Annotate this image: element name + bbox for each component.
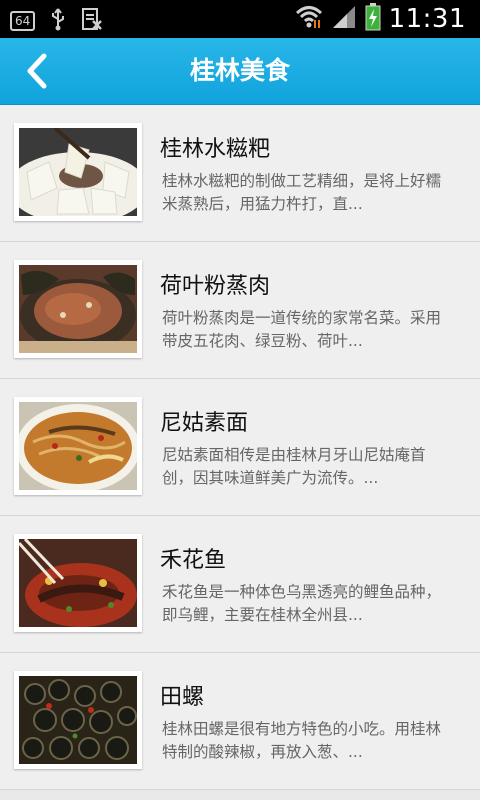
item-description: 荷叶粉蒸肉是一道传统的家常名菜。采用 带皮五花肉、绿豆粉、荷叶...: [162, 307, 470, 353]
food-thumbnail: [14, 397, 142, 495]
rice-cake-image: [19, 128, 137, 216]
item-title: 尼姑素面: [160, 411, 249, 436]
food-thumbnail: [14, 534, 142, 632]
list-item[interactable]: 田螺 桂林田螺是很有地方特色的小吃。用桂林 特制的酸辣椒，再放入葱、...: [0, 653, 480, 790]
food-thumbnail: [14, 671, 142, 769]
clock-time: 11:31: [388, 4, 466, 34]
item-title: 桂林水糍粑: [160, 137, 271, 162]
item-description-line: 即乌鲤，主要在桂林全州县...: [162, 606, 363, 624]
debug-icon: [81, 7, 103, 35]
title-bar: 桂林美食: [0, 38, 480, 105]
item-description-line: 荷叶粉蒸肉是一道传统的家常名菜。采用: [162, 309, 442, 327]
list-item[interactable]: 桂林水糍粑 桂林水糍粑的制做工艺精细，是将上好糯 米蒸熟后，用猛力杵打，直...: [0, 105, 480, 242]
item-description-line: 创，因其味道鲜美广为流传。...: [162, 469, 379, 487]
signal-icon: [331, 4, 357, 34]
food-list: 桂林水糍粑 桂林水糍粑的制做工艺精细，是将上好糯 米蒸熟后，用猛力杵打，直...…: [0, 105, 480, 790]
list-item[interactable]: 荷叶粉蒸肉 荷叶粉蒸肉是一道传统的家常名菜。采用 带皮五花肉、绿豆粉、荷叶...: [0, 242, 480, 379]
item-description: 桂林水糍粑的制做工艺精细，是将上好糯 米蒸熟后，用猛力杵打，直...: [162, 170, 470, 216]
item-description: 尼姑素面相传是由桂林月牙山尼姑庵首 创，因其味道鲜美广为流传。...: [162, 444, 470, 490]
fish-dish-image: [19, 539, 137, 627]
status-bar: 64 11:31: [0, 0, 480, 38]
battery-level-badge: 64: [10, 11, 36, 31]
item-description-line: 带皮五花肉、绿豆粉、荷叶...: [162, 332, 363, 350]
item-description-line: 尼姑素面相传是由桂林月牙山尼姑庵首: [162, 446, 426, 464]
status-right-icons: 11:31: [295, 3, 466, 35]
item-description-line: 米蒸熟后，用猛力杵打，直...: [162, 195, 363, 213]
item-title: 禾花鱼: [160, 548, 227, 573]
item-description-line: 桂林田螺是很有地方特色的小吃。用桂林: [162, 720, 442, 738]
list-item[interactable]: 尼姑素面 尼姑素面相传是由桂林月牙山尼姑庵首 创，因其味道鲜美广为流传。...: [0, 379, 480, 516]
item-description-line: 禾花鱼是一种体色乌黑透亮的鲤鱼品种，: [162, 583, 442, 601]
item-title: 荷叶粉蒸肉: [160, 274, 271, 299]
item-description: 禾花鱼是一种体色乌黑透亮的鲤鱼品种， 即乌鲤，主要在桂林全州县...: [162, 581, 470, 627]
snails-image: [19, 676, 137, 764]
food-thumbnail: [14, 260, 142, 358]
usb-icon: [49, 7, 67, 35]
page-title: 桂林美食: [189, 56, 290, 85]
item-title: 田螺: [160, 685, 205, 710]
item-description: 桂林田螺是很有地方特色的小吃。用桂林 特制的酸辣椒，再放入葱、...: [162, 718, 470, 764]
item-description-line: 桂林水糍粑的制做工艺精细，是将上好糯: [162, 172, 442, 190]
wifi-icon: [295, 4, 323, 34]
list-item[interactable]: 禾花鱼 禾花鱼是一种体色乌黑透亮的鲤鱼品种， 即乌鲤，主要在桂林全州县...: [0, 516, 480, 653]
list-bottom-edge: [0, 790, 480, 800]
status-left-icons: 64: [10, 7, 103, 35]
food-thumbnail: [14, 123, 142, 221]
item-description-line: 特制的酸辣椒，再放入葱、...: [162, 743, 363, 761]
battery-icon: [365, 3, 381, 35]
steamed-pork-image: [19, 265, 137, 353]
noodle-bowl-image: [19, 402, 137, 490]
